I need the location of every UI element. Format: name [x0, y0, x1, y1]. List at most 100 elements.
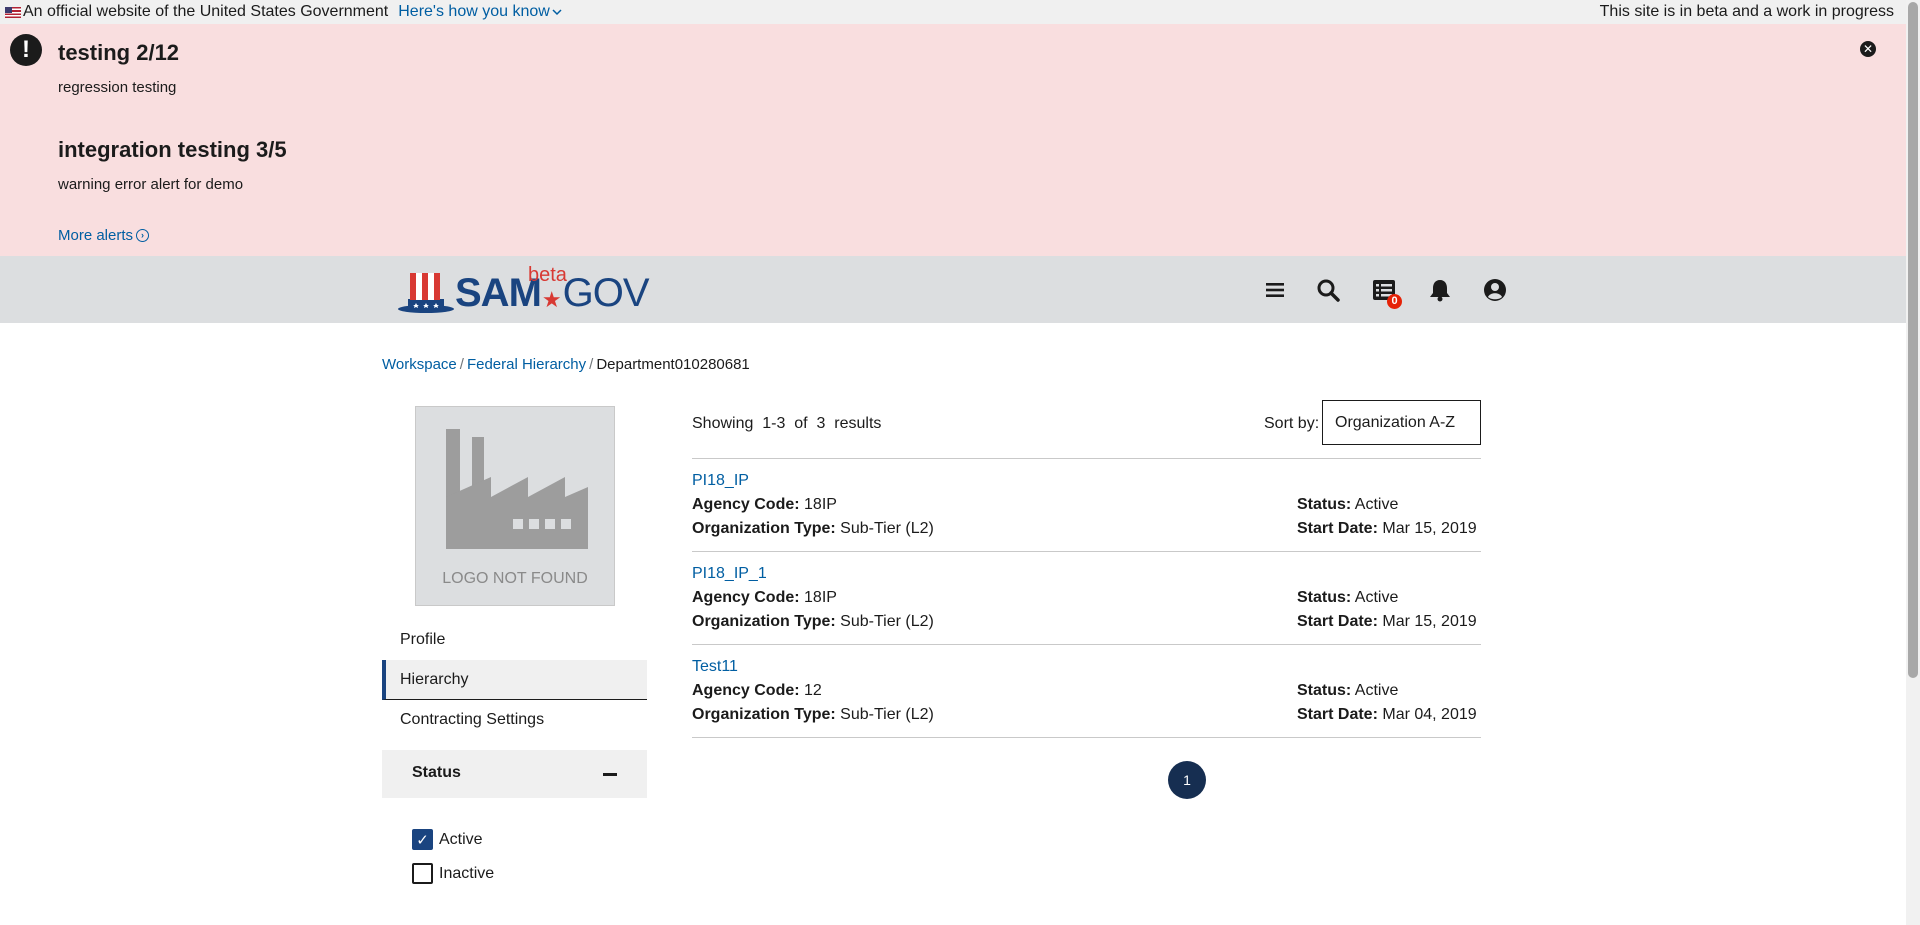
status-value: Active	[1354, 682, 1399, 699]
heres-how-you-know-label: Here's how you know	[398, 3, 550, 20]
page-1-button[interactable]: 1	[1168, 761, 1206, 799]
breadcrumb-federal-hierarchy-link[interactable]: Federal Hierarchy	[467, 356, 586, 373]
uncle-sam-hat-icon	[398, 273, 454, 313]
start-date-value: Mar 15, 2019	[1382, 520, 1477, 537]
filter-active-checkbox[interactable]: ✓ Active	[412, 829, 483, 850]
bell-icon[interactable]	[1426, 276, 1454, 304]
org-type-label: Organization Type:	[692, 520, 836, 537]
breadcrumb-workspace-link[interactable]: Workspace	[382, 356, 457, 373]
results-summary: Showing 1-3 of 3 results	[692, 415, 882, 432]
agency-code-label: Agency Code:	[692, 589, 800, 606]
sort-select[interactable]: Organization A-Z	[1322, 400, 1481, 445]
status-value: Active	[1354, 496, 1399, 513]
alerts-panel: ! ✕ testing 2/12 regression testing inte…	[0, 24, 1906, 256]
result-start-date: Start Date: Mar 15, 2019	[1297, 520, 1477, 538]
divider	[692, 644, 1481, 645]
logo-beta-text: beta	[528, 264, 567, 286]
status-filter-toggle[interactable]: Status	[382, 750, 647, 798]
result-agency-code: Agency Code: 18IP	[692, 589, 837, 607]
messages-icon[interactable]: 0	[1370, 276, 1402, 309]
logo-not-found-text: LOGO NOT FOUND	[442, 570, 588, 587]
star-icon: ★	[541, 287, 562, 312]
start-date-value: Mar 15, 2019	[1382, 613, 1477, 630]
result-org-type: Organization Type: Sub-Tier (L2)	[692, 706, 934, 724]
divider	[692, 737, 1481, 738]
scrollbar-track[interactable]	[1906, 0, 1920, 925]
chevron-down-icon	[552, 9, 562, 16]
status-label: Status:	[1297, 682, 1352, 699]
status-filter-title: Status	[412, 764, 461, 781]
gov-banner: An official website of the United States…	[0, 0, 1906, 24]
result-start-date: Start Date: Mar 15, 2019	[1297, 613, 1477, 631]
result-title-link[interactable]: Test11	[692, 658, 738, 676]
breadcrumb-current: Department010280681	[596, 356, 750, 373]
factory-icon	[446, 429, 588, 549]
result-agency-code: Agency Code: 12	[692, 682, 822, 700]
result-agency-code: Agency Code: 18IP	[692, 496, 837, 514]
agency-code-value: 18IP	[804, 589, 837, 606]
user-account-icon[interactable]	[1481, 276, 1509, 304]
result-status: Status: Active	[1297, 589, 1398, 607]
start-date-label: Start Date:	[1297, 520, 1378, 537]
result-title-link[interactable]: PI18_IP	[692, 472, 749, 490]
search-icon[interactable]	[1314, 276, 1342, 304]
breadcrumb-separator: /	[459, 356, 464, 373]
minus-icon	[603, 773, 617, 776]
side-nav-contracting-settings[interactable]: Contracting Settings	[382, 700, 647, 740]
agency-code-value: 12	[804, 682, 822, 699]
agency-code-label: Agency Code:	[692, 682, 800, 699]
divider	[692, 551, 1481, 552]
side-nav-profile[interactable]: Profile	[382, 620, 647, 660]
heres-how-you-know-link[interactable]: Here's how you know	[398, 3, 562, 21]
arrow-circle-right-icon: ›	[136, 229, 150, 242]
filter-active-label: Active	[439, 830, 483, 848]
result-status: Status: Active	[1297, 496, 1398, 514]
logo-gov-text: GOV	[562, 271, 650, 315]
site-header: SAM ★ GOV beta 0	[0, 256, 1906, 323]
notification-badge: 0	[1387, 294, 1402, 309]
result-org-type: Organization Type: Sub-Tier (L2)	[692, 520, 934, 538]
result-start-date: Start Date: Mar 04, 2019	[1297, 706, 1477, 724]
us-flag-icon	[5, 6, 21, 18]
more-alerts-link[interactable]: More alerts ›	[58, 227, 150, 244]
status-value: Active	[1354, 589, 1399, 606]
alert-title: integration testing 3/5	[58, 137, 287, 162]
start-date-label: Start Date:	[1297, 706, 1378, 723]
status-label: Status:	[1297, 589, 1352, 606]
scrollbar-thumb[interactable]	[1908, 2, 1918, 678]
close-alerts-icon[interactable]: ✕	[1860, 41, 1876, 57]
agency-code-value: 18IP	[804, 496, 837, 513]
org-type-label: Organization Type:	[692, 613, 836, 630]
org-type-value: Sub-Tier (L2)	[840, 706, 934, 723]
sort-label: Sort by:	[1264, 415, 1320, 432]
breadcrumb-separator: /	[589, 356, 594, 373]
alert-body: regression testing	[58, 79, 177, 96]
organization-logo-placeholder: LOGO NOT FOUND	[415, 406, 615, 606]
checkbox-checked-icon: ✓	[412, 829, 433, 850]
beta-notice: This site is in beta and a work in progr…	[1599, 3, 1894, 20]
status-label: Status:	[1297, 496, 1352, 513]
org-type-value: Sub-Tier (L2)	[840, 613, 934, 630]
filter-inactive-checkbox[interactable]: Inactive	[412, 863, 494, 884]
alert-title: testing 2/12	[58, 40, 180, 65]
start-date-value: Mar 04, 2019	[1382, 706, 1477, 723]
more-alerts-label: More alerts	[58, 227, 134, 244]
checkbox-unchecked-icon	[412, 863, 433, 884]
gov-banner-text: An official website of the United States…	[23, 3, 389, 20]
org-type-label: Organization Type:	[692, 706, 836, 723]
start-date-label: Start Date:	[1297, 613, 1378, 630]
result-title-link[interactable]: PI18_IP_1	[692, 565, 767, 583]
exclamation-icon: !	[10, 34, 42, 66]
result-status: Status: Active	[1297, 682, 1398, 700]
filter-inactive-label: Inactive	[439, 864, 495, 882]
divider	[692, 458, 1481, 459]
org-type-value: Sub-Tier (L2)	[840, 520, 934, 537]
agency-code-label: Agency Code:	[692, 496, 800, 513]
menu-icon[interactable]	[1261, 276, 1289, 304]
alert-body: warning error alert for demo	[58, 176, 244, 193]
sam-gov-logo[interactable]: SAM ★ GOV beta	[398, 264, 650, 315]
side-nav: Profile Hierarchy Contracting Settings	[382, 620, 647, 740]
result-org-type: Organization Type: Sub-Tier (L2)	[692, 613, 934, 631]
side-nav-hierarchy[interactable]: Hierarchy	[382, 660, 647, 700]
breadcrumb: Workspace / Federal Hierarchy / Departme…	[382, 356, 750, 373]
